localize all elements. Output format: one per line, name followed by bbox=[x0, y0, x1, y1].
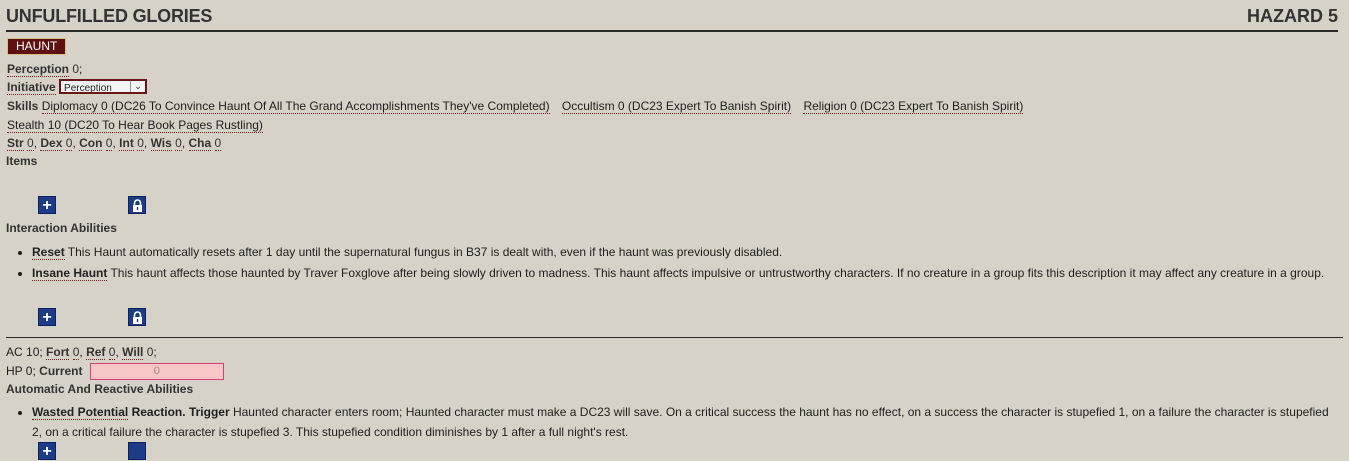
comma: , bbox=[143, 136, 148, 150]
skills-line-2: Stealth 10 (DC20 To Hear Book Pages Rust… bbox=[7, 117, 272, 133]
ability-wis[interactable]: Wis 0 bbox=[150, 136, 182, 151]
skill-religion[interactable]: Religion 0 (DC23 Expert To Banish Spirit… bbox=[803, 99, 1024, 114]
skill-stealth[interactable]: Stealth 10 (DC20 To Hear Book Pages Rust… bbox=[7, 118, 263, 133]
stat-block-header: UNFULFILLED GLORIES HAZARD 5 bbox=[6, 6, 1338, 32]
hazard-level: HAZARD 5 bbox=[1246, 6, 1338, 26]
hp-label: HP bbox=[6, 364, 23, 378]
ability-name-reset[interactable]: Reset bbox=[32, 245, 65, 260]
interaction-abilities-heading: Interaction Abilities bbox=[6, 221, 117, 235]
perception-line: Perception 0; bbox=[7, 61, 82, 77]
initiative-line: Initiative Perception ⌄ bbox=[7, 79, 148, 95]
reactive-abilities-heading: Automatic And Reactive Abilities bbox=[6, 382, 194, 396]
add-reactive-button[interactable]: + bbox=[38, 442, 56, 460]
ability-action-type: Reaction. bbox=[131, 405, 186, 419]
initiative-selected-value: Perception bbox=[64, 83, 112, 95]
current-hp-input[interactable]: 0 bbox=[89, 363, 224, 381]
save-fort[interactable]: Fort 0 bbox=[46, 345, 80, 360]
list-item: Insane Haunt This haunt affects those ha… bbox=[32, 263, 1338, 283]
hazard-title: UNFULFILLED GLORIES bbox=[6, 6, 213, 26]
ability-name-wasted-potential[interactable]: Wasted Potential bbox=[32, 405, 129, 420]
list-item: Reset This Haunt automatically resets af… bbox=[32, 242, 1338, 262]
skills-line: Skills Diplomacy 0 (DC26 To Convince Hau… bbox=[7, 98, 1032, 114]
initiative-label[interactable]: Initiative bbox=[7, 80, 56, 95]
ability-trigger-label: Trigger bbox=[188, 405, 230, 419]
add-interaction-button[interactable]: + bbox=[38, 308, 56, 326]
hp-value: 0; bbox=[25, 364, 36, 378]
ability-dex[interactable]: Dex 0 bbox=[40, 136, 73, 151]
lock-interaction-button[interactable] bbox=[128, 308, 146, 326]
skill-occultism[interactable]: Occultism 0 (DC23 Expert To Banish Spiri… bbox=[561, 99, 792, 114]
lock-icon bbox=[133, 199, 142, 212]
comma: , bbox=[33, 136, 38, 150]
section-divider bbox=[6, 337, 1343, 338]
plus-icon: + bbox=[42, 197, 52, 214]
trait-badge: HAUNT bbox=[7, 38, 67, 55]
lock-items-button[interactable] bbox=[128, 196, 146, 214]
comma: , bbox=[112, 136, 116, 150]
list-item: Wasted Potential Reaction. Trigger Haunt… bbox=[32, 402, 1338, 442]
reactive-abilities-list: Wasted Potential Reaction. Trigger Haunt… bbox=[18, 402, 1338, 442]
chevron-down-icon: ⌄ bbox=[130, 81, 145, 93]
save-will[interactable]: Will 0; bbox=[122, 345, 157, 360]
comma: , bbox=[72, 136, 76, 150]
ability-text: This Haunt automatically resets after 1 … bbox=[64, 245, 783, 259]
ability-text: This haunt affects those haunted by Trav… bbox=[107, 266, 1325, 280]
ac-value: 10; bbox=[26, 345, 43, 359]
comma: , bbox=[181, 136, 186, 150]
ability-name-insane-haunt[interactable]: Insane Haunt bbox=[32, 266, 108, 281]
defense-line: AC 10; Fort 0, Ref 0, Will 0; bbox=[6, 344, 157, 360]
ability-con[interactable]: Con 0 bbox=[79, 136, 113, 151]
perception-label[interactable]: Perception bbox=[7, 62, 70, 77]
comma: , bbox=[79, 345, 83, 359]
ability-str[interactable]: Str 0 bbox=[7, 136, 34, 151]
perception-sep: ; bbox=[79, 62, 83, 76]
items-heading: Items bbox=[6, 154, 38, 168]
comma: , bbox=[115, 345, 119, 359]
ability-int[interactable]: Int 0 bbox=[119, 136, 144, 151]
current-hp-label: Current bbox=[39, 364, 83, 378]
plus-icon: + bbox=[42, 309, 52, 326]
skill-diplomacy[interactable]: Diplomacy 0 (DC26 To Convince Haunt Of A… bbox=[41, 99, 550, 114]
hp-line: HP 0; Current 0 bbox=[6, 363, 224, 381]
ac-label: AC bbox=[6, 345, 23, 359]
save-ref[interactable]: Ref 0 bbox=[86, 345, 116, 360]
lock-icon bbox=[133, 311, 142, 324]
skills-label: Skills bbox=[7, 99, 39, 113]
ability-cha[interactable]: Cha 0 bbox=[188, 136, 222, 151]
lock-reactive-button[interactable] bbox=[128, 442, 146, 460]
interaction-abilities-list: Reset This Haunt automatically resets af… bbox=[18, 242, 1338, 283]
add-item-button[interactable]: + bbox=[38, 196, 56, 214]
initiative-select[interactable]: Perception ⌄ bbox=[59, 79, 148, 95]
ability-scores: Str 0, Dex 0, Con 0, Int 0, Wis 0, Cha 0 bbox=[7, 135, 222, 151]
